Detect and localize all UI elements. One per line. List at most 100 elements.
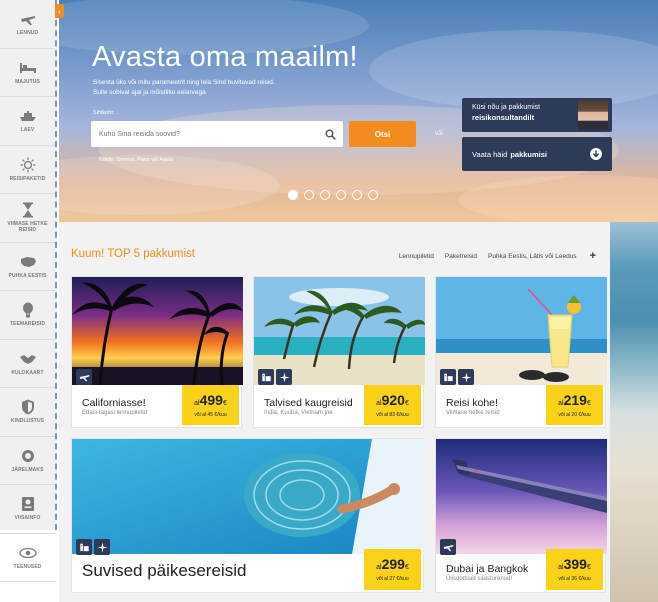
- card-text: Californiasse! Edasi-tagasi lennupiletid: [82, 397, 147, 416]
- sidebar-item-label: MAJUTUS: [15, 78, 40, 85]
- search-button[interactable]: Otsi: [349, 121, 416, 147]
- sidebar-item-lennud[interactable]: LENNUD: [0, 0, 55, 49]
- tab-puhka-eestis[interactable]: Puhka Eestis, Lätis või Leedus: [488, 253, 577, 260]
- offers-prefix: Vaata häid: [472, 149, 508, 159]
- top5-panel: Kuum! TOP 5 pakkumist Lennupiletid Paket…: [59, 222, 610, 602]
- plane-icon: [76, 369, 92, 385]
- sidebar-item-teenused[interactable]: TEENUSED: [0, 534, 55, 582]
- sidebar-item-label: KINDLUSTUS: [10, 418, 45, 425]
- search-input[interactable]: [99, 130, 317, 138]
- estonia-map-icon: [18, 254, 38, 270]
- plane-icon: [458, 369, 474, 385]
- carousel-dots: [288, 190, 378, 200]
- sidebar-item-viimase-hetke-reisid[interactable]: VIIMASE HETKE REISID: [0, 194, 55, 243]
- sidebar-item-label: LENNUD: [16, 30, 39, 37]
- carousel-dot[interactable]: [304, 190, 314, 200]
- sidebar: LENNUD MAJUTUS LAEV REISIPAKETID VIIMASE…: [0, 0, 57, 582]
- offer-card-suvised-paikesereisid[interactable]: Suvised päikesereisid al299€ või al 27 €…: [71, 438, 425, 593]
- sidebar-item-label: VIISAINFO: [14, 515, 41, 522]
- sidebar-item-label: VIIMASE HETKE REISID: [7, 221, 48, 234]
- tab-paketreisid[interactable]: Paketreisid: [445, 253, 477, 260]
- price-installment: või al 45 €/kuu: [194, 412, 227, 418]
- sidebar-item-kindlustus[interactable]: KINDLUSTUS: [0, 388, 55, 437]
- sidebar-item-reisipaketid[interactable]: REISIPAKETID: [0, 146, 55, 194]
- search-hint: Näide: Serena, Paris või Aasia: [99, 157, 174, 163]
- sidebar-item-label: REISIPAKETID: [9, 175, 46, 182]
- offers-bold: pakkumisi: [510, 149, 547, 159]
- view-offers-button[interactable]: Vaata häid pakkumisi: [462, 137, 612, 171]
- balloon-icon: [18, 302, 38, 318]
- plane-icon: [94, 539, 110, 555]
- sidebar-item-majutus[interactable]: MAJUTUS: [0, 49, 55, 97]
- card-image: [436, 439, 607, 554]
- offer-card-california[interactable]: Californiasse! Edasi-tagasi lennupiletid…: [71, 276, 243, 428]
- carousel-dot[interactable]: [320, 190, 330, 200]
- plus-icon[interactable]: +: [590, 251, 596, 262]
- or-text: või: [435, 131, 443, 137]
- hotel-icon: [76, 539, 92, 555]
- card-text: Dubai ja Bangkok Ülisoodsad säästurenud!: [446, 563, 528, 582]
- plane-icon: [440, 539, 456, 555]
- sidebar-item-jarelmaks[interactable]: JÄRELMAKS: [0, 437, 55, 485]
- carousel-dot[interactable]: [288, 190, 298, 200]
- price-installment: või al 27 €/kuu: [376, 576, 409, 582]
- hero-subtitle: Sisesta üks või mitu parameetrit ning le…: [93, 78, 373, 98]
- sidebar-item-label: LAEV: [20, 127, 35, 134]
- offer-card-reisi-kohe[interactable]: Reisi kohe! Viimase hetke reisid al219€ …: [435, 276, 607, 428]
- hotel-icon: [440, 369, 456, 385]
- section-title: Kuum! TOP 5 pakkumist: [71, 248, 196, 260]
- hotel-icon: [258, 369, 274, 385]
- card-title: Californiasse!: [82, 397, 146, 409]
- plane-icon: [276, 369, 292, 385]
- price-value: 299: [381, 556, 405, 572]
- chevron-left-icon: ‹: [58, 6, 61, 16]
- card-title: Reisi kohe!: [446, 397, 498, 409]
- tab-lennupiletid[interactable]: Lennupiletid: [399, 253, 434, 260]
- carousel-dot[interactable]: [368, 190, 378, 200]
- card-subtitle: Viimase hetke reisid: [446, 410, 500, 416]
- sidebar-item-label: TEENUSED: [13, 563, 42, 570]
- consultant-button[interactable]: Küsi nõu ja pakkumist reisikonsultandilt: [462, 98, 612, 132]
- sidebar-item-teemareisid[interactable]: TEEMAREISID: [0, 291, 55, 340]
- price-value: 920: [381, 392, 405, 408]
- hero-title: Avasta oma maailm!: [92, 41, 358, 73]
- sidebar-collapse-tab[interactable]: ‹: [55, 4, 64, 18]
- plane-icon: [18, 11, 38, 27]
- visa-icon: [18, 496, 38, 512]
- price-currency: €: [404, 564, 409, 571]
- price-installment: või al 20 €/kuu: [558, 412, 591, 418]
- sidebar-item-kuldkaart[interactable]: KULDKAART: [0, 340, 55, 388]
- carousel-dot[interactable]: [352, 190, 362, 200]
- price-tag: al499€ või al 45 €/kuu: [182, 385, 239, 425]
- sidebar-item-label: JÄRELMAKS: [11, 466, 44, 473]
- card-subtitle: Edasi-tagasi lennupiletid: [82, 410, 148, 416]
- shield-icon: [18, 399, 38, 415]
- ship-icon: [18, 108, 38, 124]
- card-title: Talvised kaugreisid: [264, 397, 353, 409]
- card-subtitle: India, Kuuba, Vietnam jne: [264, 410, 333, 416]
- consultant-avatar: [578, 100, 608, 130]
- offer-card-talvised-kaugreisid[interactable]: Talvised kaugreisid India, Kuuba, Vietna…: [253, 276, 425, 428]
- offer-card-dubai-bangkok[interactable]: Dubai ja Bangkok Ülisoodsad säästurenud!…: [435, 438, 607, 593]
- sidebar-item-label: TEEMAREISID: [9, 321, 46, 328]
- price-currency: €: [586, 564, 591, 571]
- card-text: Suvised päikesereisid: [82, 561, 246, 581]
- sidebar-item-laev[interactable]: LAEV: [0, 97, 55, 146]
- carousel-dot[interactable]: [336, 190, 346, 200]
- sidebar-item-puhka-eestis[interactable]: PUHKA EESTIS: [0, 243, 55, 291]
- price-installment: või al 83 €/kuu: [376, 412, 409, 418]
- sidebar-item-label: PUHKA EESTIS: [8, 272, 47, 279]
- card-title: Dubai ja Bangkok: [446, 563, 529, 575]
- sidebar-item-label: KULDKAART: [11, 369, 44, 376]
- price-tag: al399€ või al 36 €/kuu: [546, 549, 603, 590]
- sidebar-item-viisainfo[interactable]: VIISAINFO: [0, 485, 55, 534]
- price-value: 499: [199, 392, 223, 408]
- price-currency: €: [404, 400, 409, 407]
- search-icon[interactable]: [317, 121, 343, 147]
- price-tag: al219€ või al 20 €/kuu: [546, 385, 603, 425]
- hero-banner: Avasta oma maailm! Sisesta üks või mitu …: [59, 0, 658, 222]
- price-installment: või al 36 €/kuu: [558, 576, 591, 582]
- card-subtitle: Ülisoodsad säästurenud!: [446, 576, 513, 582]
- price-currency: €: [586, 400, 591, 407]
- handshake-icon: [18, 351, 38, 367]
